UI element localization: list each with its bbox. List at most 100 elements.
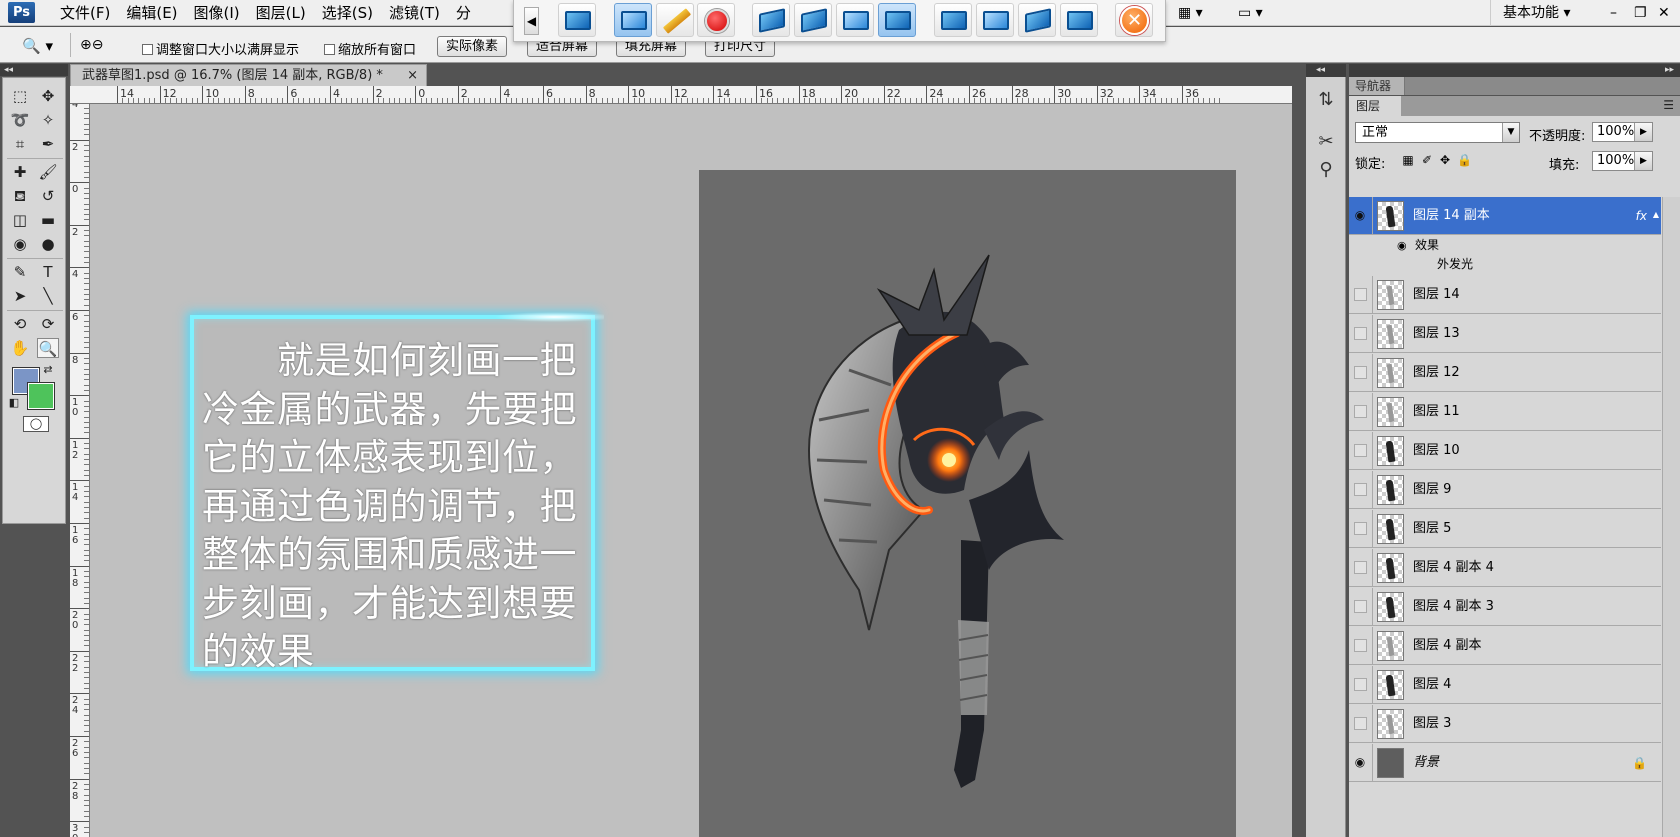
marquee-tool-icon[interactable]: ⬚	[9, 86, 31, 106]
layer-row[interactable]: ◉ 图层 14 副本 fx ▲	[1349, 197, 1661, 235]
visibility-toggle[interactable]	[1349, 393, 1373, 431]
layer-row[interactable]: 图层 12	[1349, 354, 1661, 392]
tab-layers[interactable]: 图层	[1349, 96, 1401, 116]
tab-navigator[interactable]: 导航器	[1349, 77, 1405, 95]
pencil-icon[interactable]	[656, 3, 694, 37]
layer-effects-icon[interactable]: fx	[1636, 209, 1647, 223]
lock-position-icon[interactable]: ✥	[1438, 153, 1452, 167]
close-document-icon[interactable]: ×	[407, 65, 418, 86]
path-selection-icon[interactable]: ➤	[9, 286, 31, 306]
visibility-toggle[interactable]: ◉	[1349, 197, 1373, 235]
screen-mode-icon[interactable]: ▭ ▾	[1238, 0, 1263, 26]
visibility-toggle[interactable]	[1349, 276, 1373, 314]
opacity-input[interactable]: 100% ▶	[1592, 122, 1653, 142]
swap-colors-icon[interactable]: ⇄	[41, 363, 55, 377]
panel-menu-icon[interactable]: ☰	[1663, 98, 1674, 112]
visibility-toggle[interactable]	[1349, 471, 1373, 509]
actual-pixels-button[interactable]: 实际像素	[437, 36, 508, 57]
blend-mode-select[interactable]: 正常 ▼	[1355, 122, 1520, 143]
settings-screen-icon[interactable]	[1018, 3, 1056, 37]
menu-filter[interactable]: 滤镜(T)	[381, 0, 448, 26]
layer-row[interactable]: 图层 9	[1349, 471, 1661, 509]
resize-windows-checkbox[interactable]: 调整窗口大小以满屏显示	[142, 39, 299, 58]
zoom-in-out-icons[interactable]: ⊕⊖	[80, 37, 103, 53]
eyedropper-icon[interactable]: ✒	[37, 134, 59, 154]
capture-full-icon[interactable]	[878, 3, 916, 37]
magic-wand-icon[interactable]: ✧	[37, 110, 59, 130]
icon-dock-header[interactable]: ◂◂	[1306, 64, 1346, 77]
menu-analysis[interactable]: 分	[448, 0, 479, 26]
menu-layer[interactable]: 图层(L)	[248, 0, 314, 26]
menu-select[interactable]: 选择(S)	[314, 0, 381, 26]
fill-input[interactable]: 100% ▶	[1592, 151, 1653, 171]
blur-tool-icon[interactable]: ◉	[9, 234, 31, 254]
clone-stamp-icon[interactable]: ⛾	[9, 186, 31, 206]
brush-presets-icon[interactable]: ⚲	[1314, 159, 1338, 181]
visibility-toggle[interactable]	[1349, 354, 1373, 392]
menu-file[interactable]: 文件(F)	[52, 0, 118, 26]
layer-row[interactable]: 图层 5	[1349, 510, 1661, 548]
minimize-button[interactable]: –	[1610, 0, 1617, 26]
layer-row[interactable]: 图层 3	[1349, 705, 1661, 743]
image-editor-icon[interactable]	[976, 3, 1014, 37]
artwork-canvas[interactable]	[699, 170, 1236, 837]
capture-window-icon[interactable]	[752, 3, 790, 37]
record-screen-icon[interactable]	[558, 3, 596, 37]
hand-tool-icon[interactable]: ✋	[9, 338, 31, 358]
3d-rotate-icon[interactable]: ⟲	[9, 314, 31, 334]
layer-row[interactable]: 图层 4 副本	[1349, 627, 1661, 665]
menu-image[interactable]: 图像(I)	[186, 0, 248, 26]
default-colors-icon[interactable]: ◧	[7, 396, 21, 410]
quick-mask-icon[interactable]: ◯	[23, 416, 49, 432]
lasso-tool-icon[interactable]: ➰	[9, 110, 31, 130]
eraser-tool-icon[interactable]: ◫	[9, 210, 31, 230]
monitor-icon[interactable]	[934, 3, 972, 37]
visibility-toggle[interactable]	[1349, 432, 1373, 470]
3d-orbit-icon[interactable]: ⟳	[37, 314, 59, 334]
layer-row[interactable]: 图层 4 副本 4	[1349, 549, 1661, 587]
capture-grid-icon[interactable]	[836, 3, 874, 37]
type-tool-icon[interactable]: T	[37, 262, 59, 282]
background-color-swatch[interactable]	[28, 383, 54, 409]
lock-transparent-icon[interactable]: ▦	[1401, 153, 1415, 167]
arrange-documents-icon[interactable]: ▦ ▾	[1178, 0, 1203, 26]
effects-row[interactable]: ◉ 效果	[1349, 236, 1661, 255]
layers-scrollbar[interactable]	[1662, 197, 1680, 837]
desktop-icon[interactable]	[1060, 3, 1098, 37]
record-button-icon[interactable]	[697, 3, 735, 37]
history-panel-icon[interactable]: ⇅	[1314, 89, 1338, 111]
zoom-all-windows-checkbox[interactable]: 缩放所有窗口	[324, 39, 416, 58]
close-window-button[interactable]: ✕	[1658, 0, 1670, 26]
document-tab[interactable]: 武器草图1.psd @ 16.7% (图层 14 副本, RGB/8) * ×	[70, 64, 427, 86]
eye-icon[interactable]: ◉	[1397, 236, 1407, 255]
visibility-toggle[interactable]: ◉	[1349, 744, 1373, 782]
outer-glow-row[interactable]: 外发光	[1349, 255, 1661, 274]
zoom-tool-icon[interactable]: 🔍	[37, 338, 59, 358]
history-brush-icon[interactable]: ↺	[37, 186, 59, 206]
record-region-icon[interactable]	[614, 3, 652, 37]
tool-presets-icon[interactable]: ✂	[1314, 131, 1338, 153]
brush-tool-icon[interactable]: 🖌	[37, 162, 59, 182]
collapse-arrow-icon[interactable]: ◀	[524, 7, 539, 35]
visibility-toggle[interactable]	[1349, 705, 1373, 743]
layer-row[interactable]: 图层 11	[1349, 393, 1661, 431]
lock-all-icon[interactable]: 🔒	[1457, 153, 1472, 167]
lock-image-icon[interactable]: ✐	[1420, 153, 1434, 167]
gradient-tool-icon[interactable]: ▬	[37, 210, 59, 230]
healing-brush-icon[interactable]: ✚	[9, 162, 31, 182]
layer-row[interactable]: 图层 4 副本 3	[1349, 588, 1661, 626]
move-tool-icon[interactable]: ✥	[37, 86, 59, 106]
line-tool-icon[interactable]: ╲	[37, 286, 59, 306]
visibility-toggle[interactable]	[1349, 315, 1373, 353]
visibility-toggle[interactable]	[1349, 588, 1373, 626]
visibility-toggle[interactable]	[1349, 627, 1373, 665]
visibility-toggle[interactable]	[1349, 666, 1373, 704]
layer-row[interactable]: ◉ 背景 🔒	[1349, 744, 1661, 782]
tools-panel-header[interactable]: ◂◂	[0, 64, 68, 76]
workspace-switcher[interactable]: 基本功能 ▾	[1490, 0, 1570, 26]
dodge-tool-icon[interactable]: ●	[37, 234, 59, 254]
visibility-toggle[interactable]	[1349, 510, 1373, 548]
crop-tool-icon[interactable]: ⌗	[9, 134, 31, 154]
close-recorder-icon[interactable]: ✕	[1115, 3, 1153, 37]
layer-row[interactable]: 图层 13	[1349, 315, 1661, 353]
